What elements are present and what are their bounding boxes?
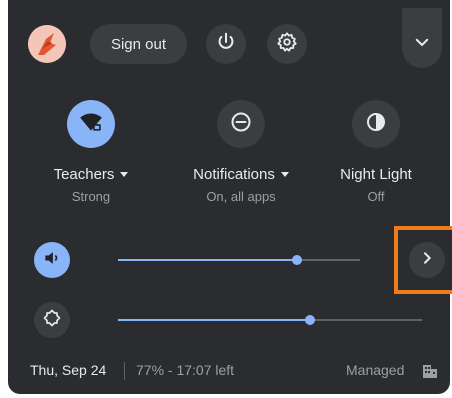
night-light-label-row[interactable]: Night Light [311, 166, 441, 183]
date-label: Thu, Sep 24 [30, 362, 107, 378]
managed-label: Managed [346, 362, 405, 378]
network-label-row[interactable]: Teachers [26, 166, 156, 183]
notifications-toggle-button[interactable] [217, 100, 265, 148]
night-light-icon [364, 110, 388, 139]
brightness-slider-thumb[interactable] [304, 315, 315, 325]
date-button[interactable]: Thu, Sep 24 [30, 362, 106, 378]
notifications-label-row[interactable]: Notifications [176, 166, 306, 183]
network-toggle-button[interactable] [67, 100, 115, 148]
brightness-button [34, 302, 70, 338]
battery-status[interactable]: 77% - 17:07 left [136, 362, 234, 378]
collapse-button[interactable] [402, 8, 442, 68]
volume-slider-thumb[interactable] [292, 255, 303, 265]
chevron-right-icon [419, 250, 435, 271]
volume-slider[interactable] [118, 255, 360, 265]
power-icon [215, 31, 237, 58]
network-label: Teachers [53, 166, 115, 183]
volume-icon [42, 248, 62, 273]
feature-pod-notifications: Notifications On, all apps [176, 100, 306, 204]
audio-settings-highlight [394, 226, 452, 294]
brightness-icon [42, 308, 62, 333]
power-button[interactable] [206, 24, 246, 64]
mute-toggle-button[interactable] [34, 242, 70, 278]
quick-settings-panel: Sign out Teachers Strong Notifications O… [8, 0, 452, 394]
enterprise-building-icon [422, 363, 438, 384]
managed-indicator[interactable]: Managed [346, 362, 404, 378]
gear-icon [276, 31, 298, 58]
sign-out-button[interactable]: Sign out [90, 24, 187, 64]
do-not-disturb-icon [229, 110, 253, 139]
network-sublabel: Strong [71, 189, 111, 204]
notifications-label: Notifications [193, 166, 275, 183]
volume-slider-fill [118, 259, 298, 261]
night-light-toggle-button[interactable] [352, 100, 400, 148]
chevron-down-icon [413, 33, 431, 56]
feature-pod-network: Teachers Strong [26, 100, 156, 204]
night-light-sublabel: Off [367, 189, 385, 204]
sign-out-label: Sign out [110, 35, 167, 53]
settings-button[interactable] [267, 24, 307, 64]
notifications-sublabel: On, all apps [206, 189, 276, 204]
user-avatar[interactable] [28, 25, 66, 63]
feature-pod-night-light: Night Light Off [311, 100, 441, 204]
dropdown-caret-icon [120, 172, 129, 177]
battery-label: 77% - 17:07 left [136, 362, 235, 378]
brightness-slider[interactable] [118, 315, 422, 325]
audio-settings-button[interactable] [409, 242, 445, 278]
night-light-label: Night Light [340, 166, 412, 183]
dropdown-caret-icon [280, 172, 289, 177]
brightness-slider-fill [118, 319, 310, 321]
wifi-icon [78, 109, 104, 140]
footer-divider [124, 362, 125, 380]
